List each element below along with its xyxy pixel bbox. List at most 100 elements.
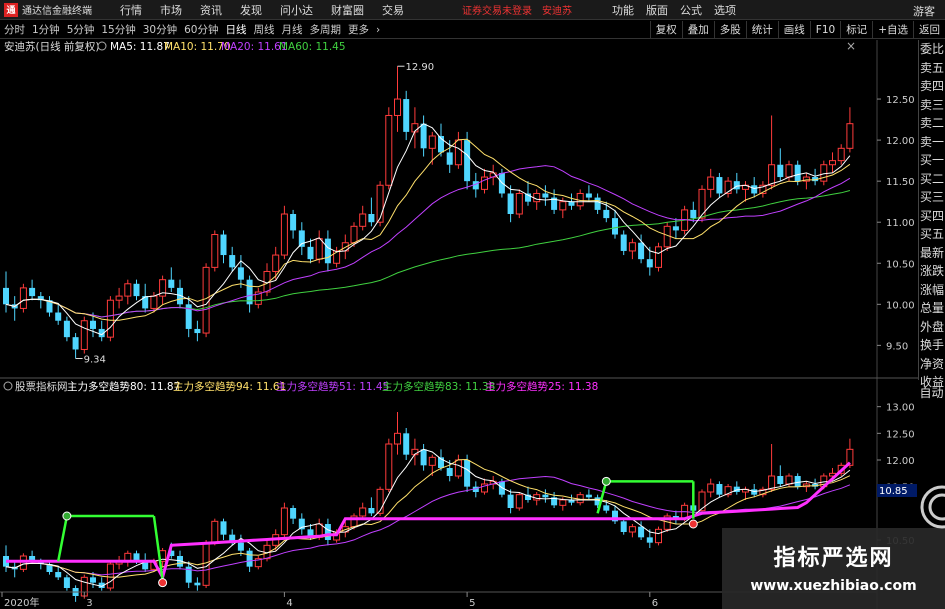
overlay-button[interactable]: 叠加 (681, 21, 714, 39)
main-candle (672, 226, 679, 231)
period-30min[interactable]: 30分钟 (143, 22, 177, 37)
main-candle (768, 164, 776, 186)
main-candle (315, 238, 323, 260)
sidebar-item-bid-ratio[interactable]: 委比 (919, 40, 945, 59)
main-candle (559, 201, 567, 211)
mark-button[interactable]: 标记 (840, 21, 872, 39)
sub-candle (220, 521, 227, 535)
sub-candle (428, 456, 436, 466)
watermark-url: www.xuezhibiao.com (750, 578, 917, 594)
period-15min[interactable]: 15分钟 (101, 22, 135, 37)
sub-legend-2: 主力多空趋势94: 11.61 (173, 380, 286, 393)
menu-news[interactable]: 资讯 (200, 2, 222, 18)
period-60min[interactable]: 60分钟 (184, 22, 218, 37)
sub-legend-1: 主力多空趋势80: 11.87 (67, 380, 180, 393)
main-candle (533, 192, 541, 203)
main-y-label: 9.50 (886, 341, 908, 352)
sub-candle (420, 449, 427, 466)
stock-name-link[interactable]: 安迪苏 (542, 2, 572, 17)
statistics-button[interactable]: 统计 (745, 21, 778, 39)
sidebar-item-ask2[interactable]: 卖二 (919, 114, 945, 133)
main-candle (428, 135, 436, 149)
menu-quotes[interactable]: 行情 (120, 2, 142, 18)
main-candle (237, 267, 244, 280)
restore-rights-button[interactable]: 复权 (649, 21, 682, 39)
sub-candle (628, 526, 636, 533)
period-5min[interactable]: 5分钟 (67, 22, 95, 37)
period-timeshare[interactable]: 分时 (4, 22, 25, 37)
sidebar-item-bid1[interactable]: 买一 (919, 151, 945, 170)
sub-settings-icon[interactable] (3, 381, 13, 391)
main-candle (698, 188, 706, 219)
sidebar-item-change-pct[interactable]: 涨幅 (919, 281, 945, 300)
sidebar-item-ask4[interactable]: 卖四 (919, 77, 945, 96)
sidebar-item-bid3[interactable]: 买三 (919, 188, 945, 207)
sidebar-item-volume[interactable]: 总量 (919, 299, 945, 318)
period-more[interactable]: 更多 (348, 22, 369, 37)
sub-candle (603, 505, 610, 511)
sub-y-label: 12.00 (886, 456, 915, 467)
main-candle (829, 160, 836, 166)
sub-candle (290, 508, 297, 519)
menu-market[interactable]: 市场 (160, 2, 182, 18)
menu-function[interactable]: 功能 (612, 2, 634, 18)
multi-stock-button[interactable]: 多股 (713, 21, 746, 39)
sub-candle (620, 521, 627, 532)
sidebar-item-bid4[interactable]: 买四 (919, 207, 945, 226)
signal-dot-icon (601, 476, 611, 486)
sidebar-item-outer[interactable]: 外盘 (919, 318, 945, 337)
sub-candle (638, 526, 645, 538)
f10-button[interactable]: F10 (809, 21, 840, 39)
chevron-right-icon[interactable]: › (376, 24, 380, 36)
sidebar-item-ask5[interactable]: 卖五 (919, 59, 945, 78)
sub-candle (237, 542, 244, 551)
sidebar-item-latest[interactable]: 最新 (919, 244, 945, 263)
add-watchlist-button[interactable]: +自选 (872, 21, 913, 39)
main-y-label: 12.00 (886, 136, 915, 147)
kline-chart[interactable]: 安迪苏(日线 前复权) MA5: 11.87 MA10: 11.70 MA20:… (0, 40, 918, 609)
main-candle (820, 164, 828, 182)
sidebar-item-ask1[interactable]: 卖一 (919, 133, 945, 152)
signal-dot-icon (158, 578, 168, 588)
draw-line-button[interactable]: 画线 (777, 21, 810, 39)
menu-wealth-circle[interactable]: 财富圈 (331, 2, 364, 18)
sub-candle (515, 494, 523, 509)
main-candle (220, 234, 227, 256)
sidebar-item-change[interactable]: 涨跌 (919, 262, 945, 281)
period-monthly[interactable]: 月线 (282, 22, 303, 37)
low-price-label: 9.34 (84, 355, 106, 366)
legend-ma20: MA20: 11.61 (221, 41, 288, 53)
sidebar-item-ask3[interactable]: 卖三 (919, 96, 945, 115)
menu-discover[interactable]: 发现 (240, 2, 262, 18)
guest-login[interactable]: 游客 (913, 3, 935, 19)
main-candle (655, 246, 662, 268)
main-candle (837, 147, 845, 162)
menu-ask[interactable]: 问小达 (280, 2, 313, 18)
sidebar-item-turnover[interactable]: 换手 (919, 336, 945, 355)
sidebar-item-bid5[interactable]: 买五 (919, 225, 945, 244)
close-icon[interactable]: × (846, 40, 856, 53)
main-candle (628, 242, 636, 252)
back-button[interactable]: 返回 (913, 21, 945, 39)
sub-candle (585, 494, 592, 498)
main-candle (106, 299, 114, 338)
main-candle (620, 234, 627, 251)
menu-layout[interactable]: 版面 (646, 2, 668, 18)
period-multi[interactable]: 多周期 (310, 22, 342, 37)
period-daily[interactable]: 日线 (226, 22, 247, 37)
watermark-logo-icon (920, 485, 945, 529)
period-weekly[interactable]: 周线 (254, 22, 275, 37)
ma5-line (5, 123, 851, 336)
trade-login-link[interactable]: 证券交易未登录 (462, 2, 532, 17)
menu-trade[interactable]: 交易 (382, 2, 404, 18)
sub-candle (385, 443, 393, 490)
main-price-axis: 12.50 12.00 11.50 11.00 10.50 10.00 9.50 (877, 95, 915, 352)
sub-auto-button[interactable]: 自动 (918, 384, 945, 401)
period-1min[interactable]: 1分钟 (32, 22, 60, 37)
menu-formula[interactable]: 公式 (680, 2, 702, 18)
sidebar-item-bid2[interactable]: 买二 (919, 170, 945, 189)
sub-candle (542, 494, 549, 498)
main-candles (3, 66, 854, 359)
sidebar-item-net-assets[interactable]: 净资 (919, 355, 945, 374)
menu-options[interactable]: 选项 (714, 2, 736, 18)
